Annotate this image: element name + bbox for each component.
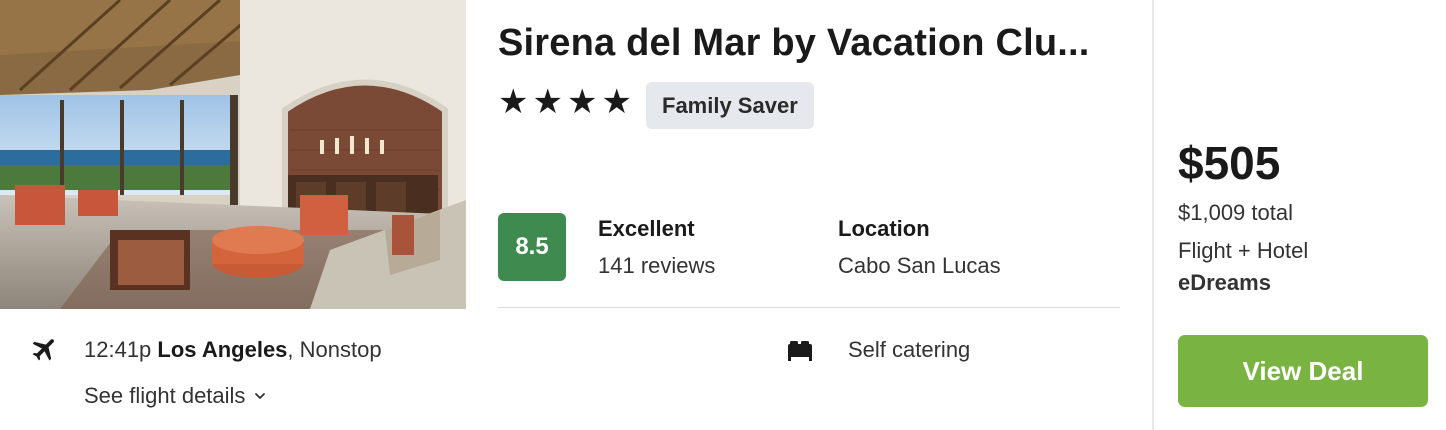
hotel-photo-image	[0, 0, 466, 309]
location-value: Cabo San Lucas	[838, 253, 1001, 278]
package-type: Flight + Hotel	[1178, 238, 1309, 263]
see-flight-details-link[interactable]: See flight details	[84, 383, 267, 409]
airplane-icon	[32, 339, 54, 361]
chevron-down-icon	[255, 393, 266, 399]
provider-name: eDreams	[1178, 270, 1271, 295]
amenity-label: Self catering	[848, 337, 971, 362]
price: $505	[1178, 137, 1281, 189]
bed-icon	[788, 341, 812, 361]
location-label: Location	[838, 216, 930, 241]
flight-stops: , Nonstop	[287, 337, 382, 362]
hotel-name[interactable]: Sirena del Mar by Vacation Clu...	[498, 22, 1138, 65]
flight-time: 12:41p	[84, 337, 152, 362]
star-icon: ★	[532, 83, 563, 121]
flight-summary: 12:41p Los Angeles, Nonstop	[84, 337, 382, 363]
total-price: $1,009 total	[1178, 200, 1293, 225]
family-saver-badge: Family Saver	[646, 82, 814, 129]
view-deal-button[interactable]: View Deal	[1178, 335, 1428, 407]
hotel-photo[interactable]	[0, 0, 466, 309]
rating-label: Excellent	[598, 216, 695, 241]
review-count[interactable]: 141 reviews	[598, 253, 715, 279]
star-icon: ★	[566, 83, 598, 121]
star-icon: ★	[498, 83, 529, 121]
star-rating: ★ ★ ★ ★	[498, 84, 632, 120]
flight-origin: Los Angeles	[157, 337, 288, 362]
star-icon: ★	[601, 83, 632, 121]
section-divider	[498, 307, 1120, 308]
vertical-divider	[1152, 0, 1154, 430]
review-score-badge: 8.5	[498, 213, 566, 281]
flight-details-label: See flight details	[84, 383, 246, 408]
